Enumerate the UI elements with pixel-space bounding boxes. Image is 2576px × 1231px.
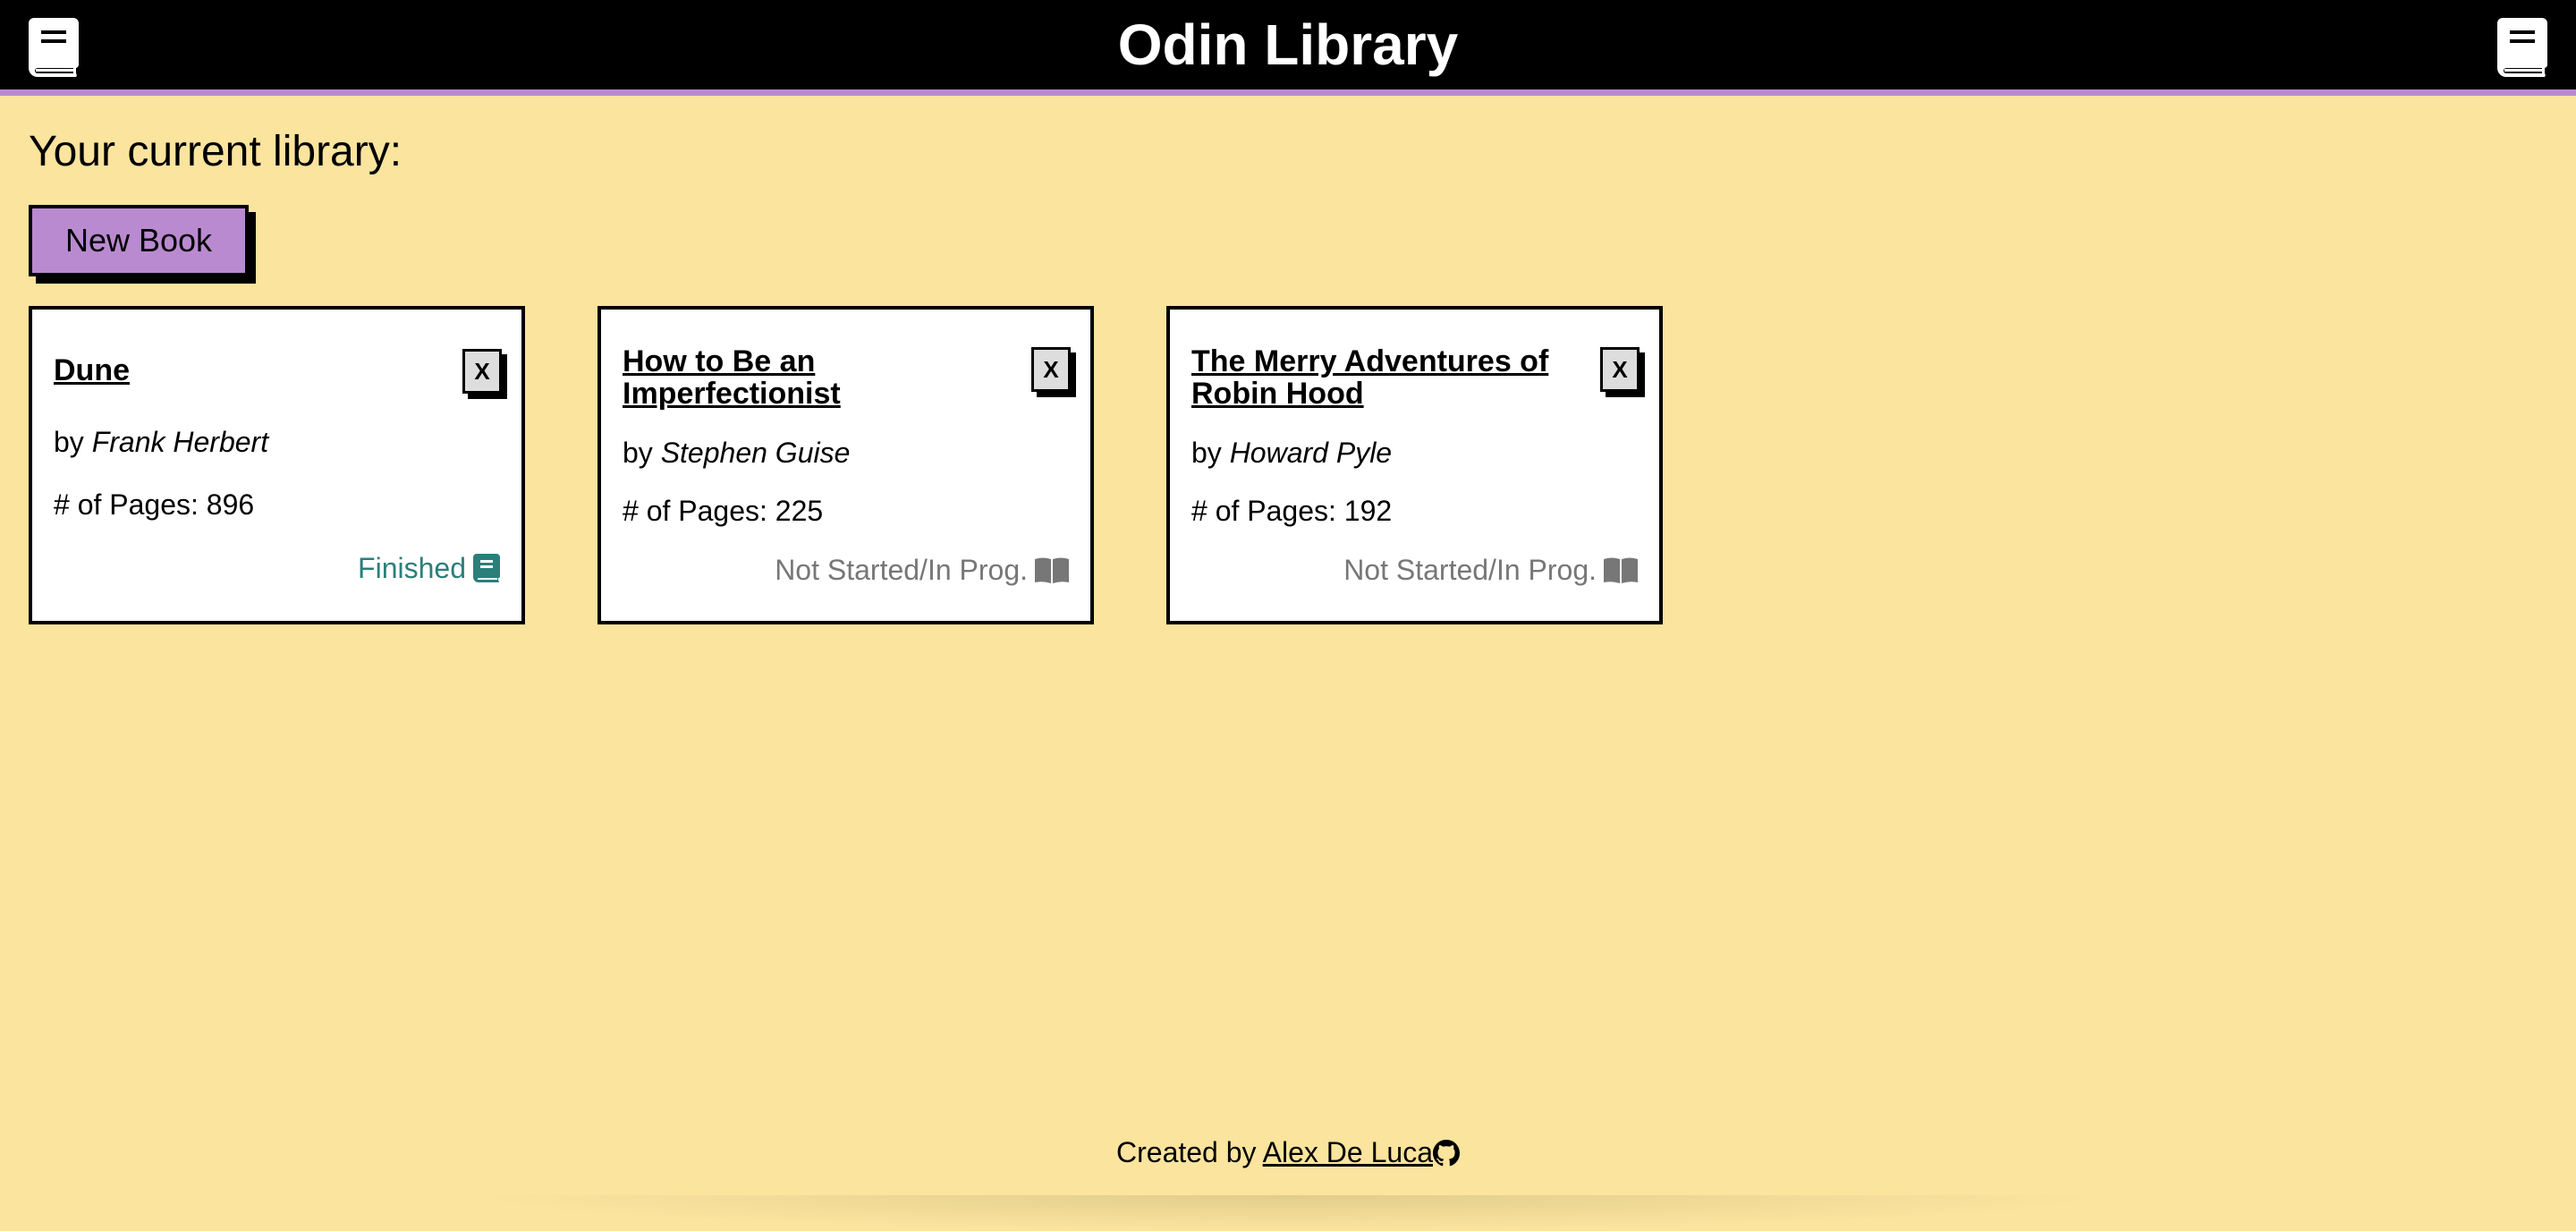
book-title: Dune (54, 353, 130, 387)
book-icon (2497, 18, 2547, 77)
remove-book-button[interactable]: X (1031, 347, 1071, 392)
remove-book-button[interactable]: X (1600, 347, 1640, 392)
book-card: Dune X by Frank Herbert # of Pages: 896 … (29, 306, 525, 624)
page-heading: Your current library: (29, 128, 402, 175)
github-icon[interactable] (1432, 1140, 1460, 1167)
open-book-icon (1604, 557, 1638, 583)
book-card: The Merry Adventures of Robin Hood X by … (1166, 306, 1663, 624)
remove-book-button[interactable]: X (462, 349, 502, 394)
status-label: Not Started/In Prog. (775, 554, 1028, 586)
book-title: How to Be an Imperfectionist (623, 344, 841, 411)
app-title: Odin Library (1117, 13, 1459, 77)
author-name: Frank Herbert (91, 426, 269, 458)
book-title: The Merry Adventures of Robin Hood (1191, 344, 1549, 411)
status-label: Finished (358, 552, 466, 584)
author-link[interactable]: Alex De Luca (1263, 1136, 1433, 1168)
read-status-toggle[interactable]: Not Started/In Prog. (1343, 552, 1638, 588)
footer-prefix: Created by (1116, 1136, 1257, 1168)
book-pages: # of Pages: 192 (1191, 495, 1393, 527)
book-pages: # of Pages: 896 (54, 488, 255, 521)
footer: Created by Alex De Luca (0, 1129, 2576, 1176)
author-name: Howard Pyle (1229, 437, 1393, 469)
read-status-toggle[interactable]: Finished (358, 550, 500, 586)
book-author: by Stephen Guise (623, 437, 851, 469)
book-author: by Frank Herbert (54, 426, 269, 458)
new-book-button[interactable]: New Book (29, 205, 249, 276)
closed-book-icon (473, 554, 500, 582)
open-book-icon (1035, 557, 1069, 583)
app-header: Odin Library (0, 0, 2576, 96)
status-label: Not Started/In Prog. (1343, 554, 1597, 586)
author-name: Stephen Guise (660, 437, 851, 469)
read-status-toggle[interactable]: Not Started/In Prog. (775, 552, 1069, 588)
footer-shadow (465, 1195, 2111, 1231)
book-card: How to Be an Imperfectionist X by Stephe… (597, 306, 1094, 624)
book-pages: # of Pages: 225 (623, 495, 824, 527)
book-author: by Howard Pyle (1191, 437, 1393, 469)
